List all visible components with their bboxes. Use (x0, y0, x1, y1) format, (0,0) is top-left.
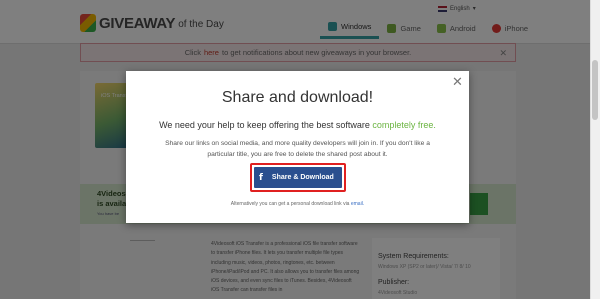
modal-lead: We need your help to keep offering the b… (126, 120, 469, 130)
close-icon[interactable]: ✕ (452, 75, 463, 88)
modal-lead-text: We need your help to keep offering the b… (159, 120, 370, 130)
modal-lead-highlight: completely free. (372, 120, 436, 130)
modal-alternative: Alternatively you can get a personal dow… (126, 201, 469, 207)
share-download-button[interactable]: f Share & Download (254, 167, 342, 188)
facebook-icon: f (259, 172, 263, 183)
scrollbar[interactable] (590, 0, 600, 299)
email-link[interactable]: email. (351, 201, 364, 207)
share-download-label: Share & Download (271, 174, 334, 181)
modal-body-text: Share our links on social media, and mor… (165, 140, 430, 158)
modal-alt-text: Alternatively you can get a personal dow… (230, 201, 350, 207)
modal-title: Share and download! (221, 89, 374, 106)
scrollbar-thumb[interactable] (592, 60, 598, 120)
